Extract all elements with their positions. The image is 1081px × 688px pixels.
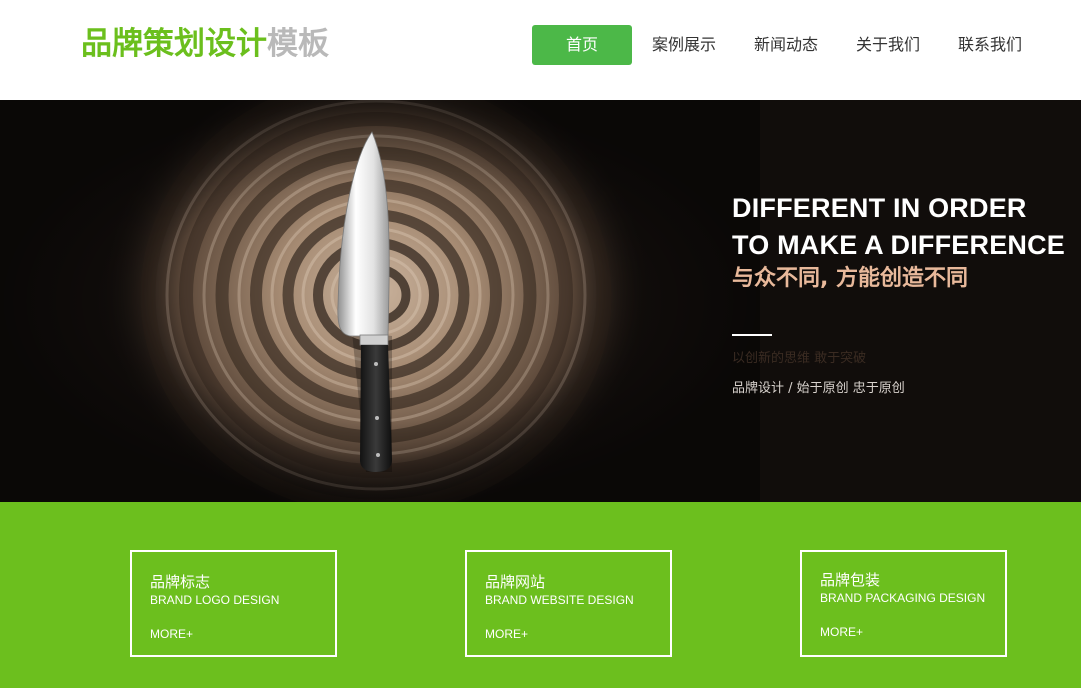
service-subtitle: BRAND PACKAGING DESIGN [820, 591, 986, 605]
hero-divider [732, 334, 772, 336]
site-header: 品牌策划设计模板 首页 案例展示 新闻动态 关于我们 联系我们 [0, 0, 1081, 100]
service-subtitle: BRAND LOGO DESIGN [150, 593, 280, 607]
nav-item-about[interactable]: 关于我们 [844, 25, 932, 65]
service-more-link[interactable]: MORE+ [485, 626, 528, 642]
services-section: 品牌标志 BRAND LOGO DESIGN MORE+ 品牌网站 BRAND … [0, 502, 1081, 688]
service-card-packaging[interactable]: 品牌包装 BRAND PACKAGING DESIGN MORE+ [800, 550, 1007, 657]
nav-item-home[interactable]: 首页 [532, 25, 632, 65]
hero-headline-line2: TO MAKE A DIFFERENCE [732, 230, 1066, 260]
hero-subheadline: 与众不同, 方能创造不同 [732, 266, 969, 291]
service-title: 品牌网站 [485, 573, 546, 591]
hero-headline-line1: DIFFERENT IN ORDER [732, 193, 1027, 223]
service-title: 品牌包装 [820, 571, 881, 589]
nav-item-cases[interactable]: 案例展示 [640, 25, 728, 65]
site-logo[interactable]: 品牌策划设计模板 [81, 24, 329, 64]
service-more-link[interactable]: MORE+ [150, 626, 193, 642]
service-card-website[interactable]: 品牌网站 BRAND WEBSITE DESIGN MORE+ [465, 550, 672, 657]
nav-item-news[interactable]: 新闻动态 [742, 25, 830, 65]
hero-banner: DIFFERENT IN ORDER TO MAKE A DIFFERENCE … [0, 100, 1081, 502]
logo-primary-text: 品牌策划设计 [81, 26, 267, 62]
service-card-logo[interactable]: 品牌标志 BRAND LOGO DESIGN MORE+ [130, 550, 337, 657]
nav-item-contact[interactable]: 联系我们 [946, 25, 1034, 65]
hero-faint-text: 以创新的思维 敢于突破 [732, 351, 867, 366]
service-more-link[interactable]: MORE+ [820, 624, 863, 640]
service-subtitle: BRAND WEBSITE DESIGN [485, 593, 634, 607]
service-title: 品牌标志 [150, 573, 211, 591]
hero-text-block: DIFFERENT IN ORDER TO MAKE A DIFFERENCE … [732, 190, 1077, 398]
hero-tagline: 品牌设计 / 始于原创 忠于原创 [732, 381, 905, 396]
logo-secondary-text: 模板 [267, 26, 329, 62]
